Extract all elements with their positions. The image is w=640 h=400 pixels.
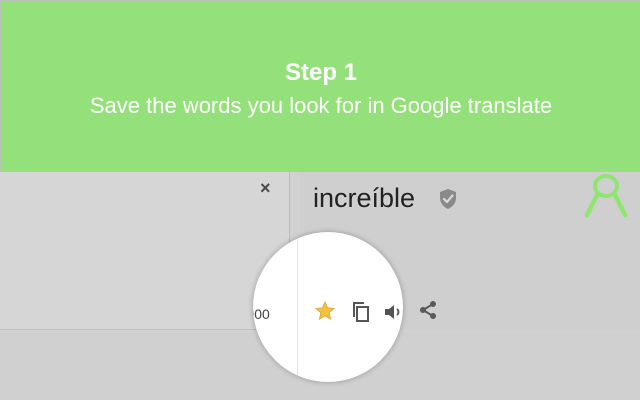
- translated-word: increíble: [313, 183, 416, 213]
- step-title: Step 1: [284, 59, 358, 86]
- verified-shield-icon: [440, 189, 456, 209]
- step-banner: Step 1 Save the words you look for in Go…: [0, 0, 640, 172]
- source-text-panel: ×: [0, 172, 290, 330]
- close-icon[interactable]: ×: [260, 178, 271, 198]
- magnifier-callout: 7/5000: [253, 232, 403, 382]
- share-icon[interactable]: [417, 299, 439, 321]
- copy-icon[interactable]: [351, 301, 371, 323]
- character-counter: 7/5000: [253, 306, 270, 322]
- panel-divider: [297, 232, 298, 382]
- speaker-icon[interactable]: [383, 302, 403, 322]
- star-icon[interactable]: [314, 300, 336, 322]
- step-subtitle: Save the words you look for in Google tr…: [89, 93, 553, 118]
- ribbon-logo-icon: [584, 174, 628, 218]
